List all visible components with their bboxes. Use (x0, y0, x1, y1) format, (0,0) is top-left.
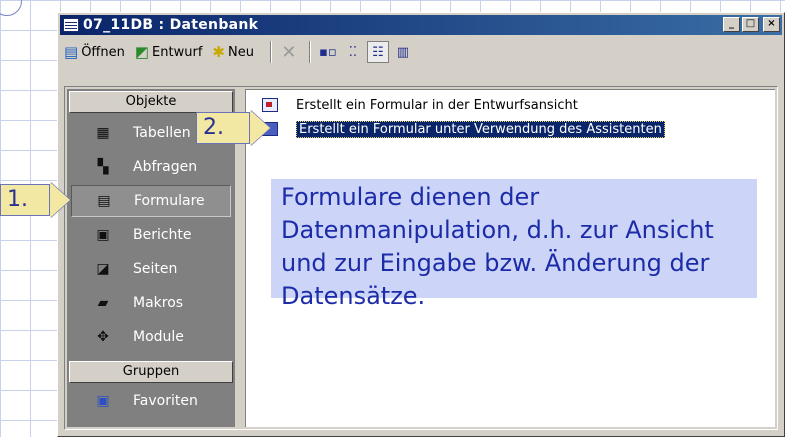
macro-icon: ▰ (97, 295, 109, 311)
object-item-label: Seiten (133, 261, 178, 277)
design-label: Entwurf (152, 44, 203, 60)
object-item-abfragen[interactable]: ▚ Abfragen (71, 151, 231, 183)
design-ruler-icon: ◩ (134, 43, 150, 61)
object-item-label: Formulare (134, 193, 205, 209)
arrow-right-icon (50, 182, 70, 218)
form-icon: ▤ (97, 193, 111, 209)
object-item-seiten[interactable]: ◪ Seiten (71, 253, 231, 285)
step-1-callout: 1. (0, 182, 70, 218)
toolbar-separator (308, 41, 311, 63)
toolbar-separator (269, 41, 272, 63)
large-icons-icon[interactable]: ▪▫ (317, 41, 339, 63)
list-item-label: Erstellt ein Formular in der Entwurfsans… (296, 97, 578, 113)
info-callout: Formulare dienen der Datenmanipulation, … (271, 179, 757, 310)
new-sparkle-icon: ✱ (212, 43, 225, 61)
group-item-label: Favoriten (133, 393, 198, 409)
decorative-ring (0, 0, 22, 16)
table-icon: ▦ (96, 125, 110, 141)
object-item-label: Makros (133, 295, 184, 311)
object-item-label: Abfragen (133, 159, 198, 175)
query-icon: ▚ (97, 159, 109, 175)
object-item-berichte[interactable]: ▣ Berichte (71, 219, 231, 251)
step-1-label: 1. (0, 184, 50, 216)
window-title: 07_11DB : Datenbank (83, 17, 259, 33)
delete-icon[interactable]: ✕ (278, 41, 300, 63)
close-button[interactable]: × (763, 17, 780, 32)
open-button[interactable]: ▤ Öffnen (64, 40, 125, 64)
page-icon: ◪ (96, 261, 110, 277)
database-icon (63, 18, 79, 32)
group-item-favoriten[interactable]: ▣ Favoriten (71, 385, 231, 417)
open-label: Öffnen (81, 44, 125, 60)
favorites-folder-icon: ▣ (96, 393, 110, 409)
maximize-button[interactable]: □ (742, 17, 759, 32)
window-controls: _ □ × (723, 17, 780, 32)
groups-header[interactable]: Gruppen (69, 361, 233, 383)
list-item-wizard[interactable]: Erstellt ein Formular unter Verwendung d… (262, 120, 665, 138)
minimize-button[interactable]: _ (723, 17, 740, 32)
design-button[interactable]: ◩ Entwurf (135, 40, 203, 64)
details-view-icon[interactable]: ▥ (392, 41, 414, 63)
step-2-label: 2. (196, 112, 250, 144)
step-2-callout: 2. (196, 110, 270, 146)
object-item-module[interactable]: ✥ Module (71, 321, 231, 353)
list-item-design[interactable]: Erstellt ein Formular in der Entwurfsans… (262, 96, 578, 114)
title-bar[interactable]: 07_11DB : Datenbank _ □ × (60, 15, 782, 35)
arrow-right-icon (250, 110, 270, 146)
report-icon: ▣ (96, 227, 110, 243)
object-item-label: Berichte (133, 227, 192, 243)
toolbar: ▤ Öffnen ◩ Entwurf ✱ Neu ✕ ▪▫ ⁚⁚ ☷ ▥ (60, 37, 782, 67)
object-item-formulare[interactable]: ▤ Formulare (71, 185, 231, 217)
new-label: Neu (227, 44, 254, 60)
module-icon: ✥ (97, 329, 109, 345)
object-item-makros[interactable]: ▰ Makros (71, 287, 231, 319)
small-icons-icon[interactable]: ⁚⁚ (342, 41, 364, 63)
new-button[interactable]: ✱ Neu (212, 40, 254, 64)
object-item-label: Module (133, 329, 184, 345)
list-view-icon[interactable]: ☷ (366, 41, 389, 63)
object-item-label: Tabellen (133, 125, 191, 141)
open-form-icon: ▤ (64, 43, 79, 61)
objects-header[interactable]: Objekte (69, 91, 233, 113)
list-item-label: Erstellt ein Formular unter Verwendung d… (296, 120, 665, 138)
